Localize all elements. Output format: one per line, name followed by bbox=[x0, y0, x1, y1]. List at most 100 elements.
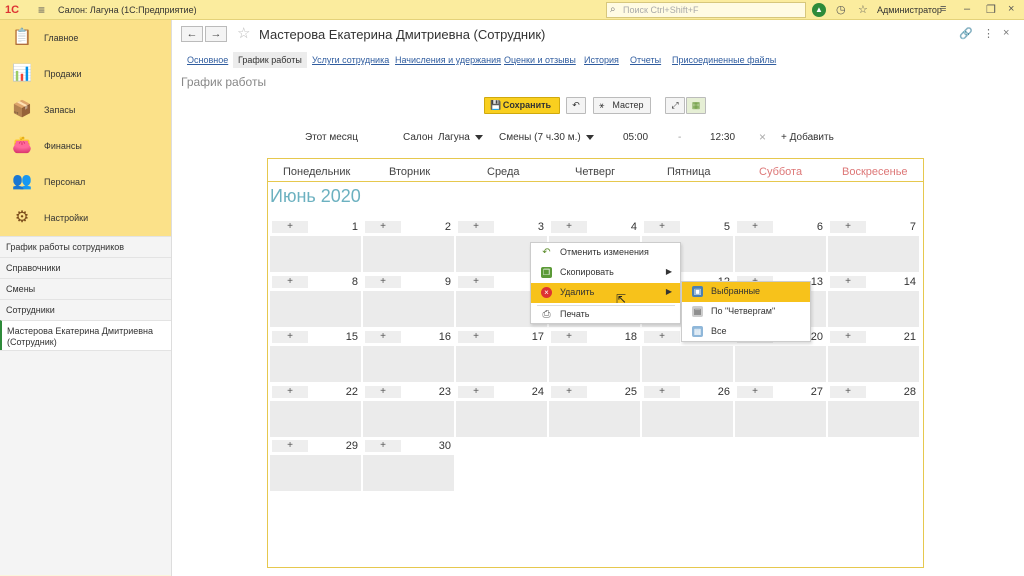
calendar-day-cell[interactable]: +27 bbox=[735, 385, 826, 437]
add-shift-button[interactable]: + bbox=[272, 440, 308, 452]
calendar-day-cell[interactable]: +25 bbox=[549, 385, 640, 437]
calendar-day-cell[interactable]: +15 bbox=[270, 330, 361, 382]
calendar-day-cell[interactable]: +7 bbox=[828, 220, 919, 272]
calendar-day-cell[interactable]: +8 bbox=[270, 275, 361, 327]
sidebar-link-employees[interactable]: Сотрудники bbox=[0, 299, 171, 320]
add-shift-button[interactable]: + bbox=[365, 331, 401, 343]
sidebar-link-schedule[interactable]: График работы сотрудников bbox=[0, 236, 171, 257]
add-shift-button[interactable]: + bbox=[272, 386, 308, 398]
day-body[interactable] bbox=[549, 401, 640, 437]
day-body[interactable] bbox=[363, 455, 454, 491]
add-shift-button[interactable]: + bbox=[737, 386, 773, 398]
calendar-day-cell[interactable]: +29 bbox=[270, 439, 361, 491]
more-icon[interactable]: ⋮ bbox=[983, 27, 994, 40]
day-body[interactable] bbox=[735, 401, 826, 437]
time-to-field[interactable]: 12:30 bbox=[710, 132, 735, 143]
day-body[interactable] bbox=[270, 291, 361, 327]
add-shift-button[interactable]: + bbox=[830, 276, 866, 288]
day-body[interactable] bbox=[456, 401, 547, 437]
star-icon[interactable]: ☆ bbox=[237, 24, 250, 42]
add-shift-button[interactable]: + bbox=[830, 331, 866, 343]
add-shift-button[interactable]: + bbox=[644, 386, 680, 398]
favorites-icon[interactable]: ☆ bbox=[858, 3, 868, 16]
master-button[interactable]: ⚹ Мастер bbox=[593, 97, 651, 114]
day-body[interactable] bbox=[363, 291, 454, 327]
add-shift-button[interactable]: + bbox=[272, 331, 308, 343]
day-body[interactable] bbox=[828, 401, 919, 437]
notification-icon[interactable]: ▲ bbox=[812, 3, 826, 17]
menu-item-copy[interactable]: ❐ Скопировать ▶ bbox=[531, 263, 680, 283]
sidebar-section-main[interactable]: 📋 Главное bbox=[0, 20, 171, 56]
add-shift-button[interactable]: + bbox=[458, 276, 494, 288]
add-shift-button[interactable]: + bbox=[272, 221, 308, 233]
day-body[interactable] bbox=[735, 346, 826, 382]
grid-view-button[interactable]: ▦ bbox=[686, 97, 706, 114]
calendar-day-cell[interactable]: +28 bbox=[828, 385, 919, 437]
add-shift-button[interactable]: + bbox=[458, 386, 494, 398]
day-body[interactable] bbox=[642, 401, 733, 437]
add-shift-button[interactable]: + bbox=[644, 221, 680, 233]
tab-ratings[interactable]: Оценки и отзывы bbox=[504, 52, 576, 68]
shift-select[interactable]: Смены (7 ч.30 м.) bbox=[499, 132, 594, 143]
submenu-item-all[interactable]: ▦ Все bbox=[682, 322, 810, 342]
tab-reports[interactable]: Отчеты bbox=[630, 52, 661, 68]
tab-main[interactable]: Основное bbox=[187, 52, 228, 68]
day-body[interactable] bbox=[270, 346, 361, 382]
day-body[interactable] bbox=[363, 346, 454, 382]
sidebar-link-catalogs[interactable]: Справочники bbox=[0, 257, 171, 278]
calendar-day-cell[interactable]: +22 bbox=[270, 385, 361, 437]
add-shift-button[interactable]: + bbox=[551, 331, 587, 343]
add-shift-button[interactable]: + bbox=[458, 221, 494, 233]
tab-schedule[interactable]: График работы bbox=[233, 52, 307, 68]
calendar-day-cell[interactable]: +17 bbox=[456, 330, 547, 382]
link-icon[interactable]: 🔗 bbox=[959, 27, 973, 40]
undo-button[interactable]: ↶ bbox=[566, 97, 586, 114]
calendar-day-cell[interactable]: +9 bbox=[363, 275, 454, 327]
calendar-day-cell[interactable]: +26 bbox=[642, 385, 733, 437]
close-icon[interactable]: × bbox=[1008, 3, 1014, 15]
add-shift-button[interactable]: + bbox=[365, 386, 401, 398]
salon-select[interactable]: Лагуна bbox=[438, 132, 483, 143]
clear-button[interactable]: × bbox=[759, 130, 766, 144]
forward-button[interactable]: → bbox=[205, 26, 227, 42]
calendar-day-cell[interactable]: +6 bbox=[735, 220, 826, 272]
menu-icon[interactable]: ≡ bbox=[38, 3, 45, 17]
calendar-day-cell[interactable]: +30 bbox=[363, 439, 454, 491]
day-body[interactable] bbox=[363, 401, 454, 437]
day-body[interactable] bbox=[642, 346, 733, 382]
restore-icon[interactable]: ❐ bbox=[986, 3, 996, 16]
sidebar-link-shifts[interactable]: Смены bbox=[0, 278, 171, 299]
period-select[interactable]: Этот месяц bbox=[305, 132, 358, 143]
day-body[interactable] bbox=[270, 236, 361, 272]
day-body[interactable] bbox=[828, 291, 919, 327]
calendar-day-cell[interactable]: +18 bbox=[549, 330, 640, 382]
add-shift-button[interactable]: + bbox=[551, 221, 587, 233]
calendar-day-cell[interactable]: +16 bbox=[363, 330, 454, 382]
add-shift-button[interactable]: + bbox=[551, 386, 587, 398]
day-body[interactable] bbox=[549, 346, 640, 382]
submenu-item-thursdays[interactable]: ▤ По "Четвергам" bbox=[682, 302, 810, 322]
calendar-day-cell[interactable]: +23 bbox=[363, 385, 454, 437]
sidebar-section-finance[interactable]: 👛 Финансы bbox=[0, 128, 171, 164]
sidebar-section-stock[interactable]: 📦 Запасы bbox=[0, 92, 171, 128]
time-from-field[interactable]: 05:00 bbox=[623, 132, 648, 143]
add-shift-button[interactable]: + bbox=[458, 331, 494, 343]
add-shift-button[interactable]: + bbox=[365, 276, 401, 288]
add-shift-button[interactable]: + bbox=[737, 221, 773, 233]
tab-history[interactable]: История bbox=[584, 52, 619, 68]
sidebar-section-sales[interactable]: 📊 Продажи bbox=[0, 56, 171, 92]
tab-attached-files[interactable]: Присоединенные файлы bbox=[672, 52, 776, 68]
add-shift-button[interactable]: + bbox=[830, 386, 866, 398]
day-body[interactable] bbox=[270, 455, 361, 491]
fullscreen-button[interactable]: ⤢ bbox=[665, 97, 685, 114]
search-input[interactable]: ⌕ Поиск Ctrl+Shift+F bbox=[606, 2, 806, 18]
menu-item-delete[interactable]: × Удалить ▶ bbox=[531, 283, 680, 303]
calendar-day-cell[interactable]: +21 bbox=[828, 330, 919, 382]
sidebar-section-personnel[interactable]: 👥 Персонал bbox=[0, 164, 171, 200]
add-shift-button[interactable]: + bbox=[272, 276, 308, 288]
history-icon[interactable]: ◷ bbox=[836, 3, 846, 16]
day-body[interactable] bbox=[270, 401, 361, 437]
add-shift-button[interactable]: + bbox=[365, 440, 401, 452]
back-button[interactable]: ← bbox=[181, 26, 203, 42]
add-button[interactable]: + Добавить bbox=[781, 132, 834, 143]
